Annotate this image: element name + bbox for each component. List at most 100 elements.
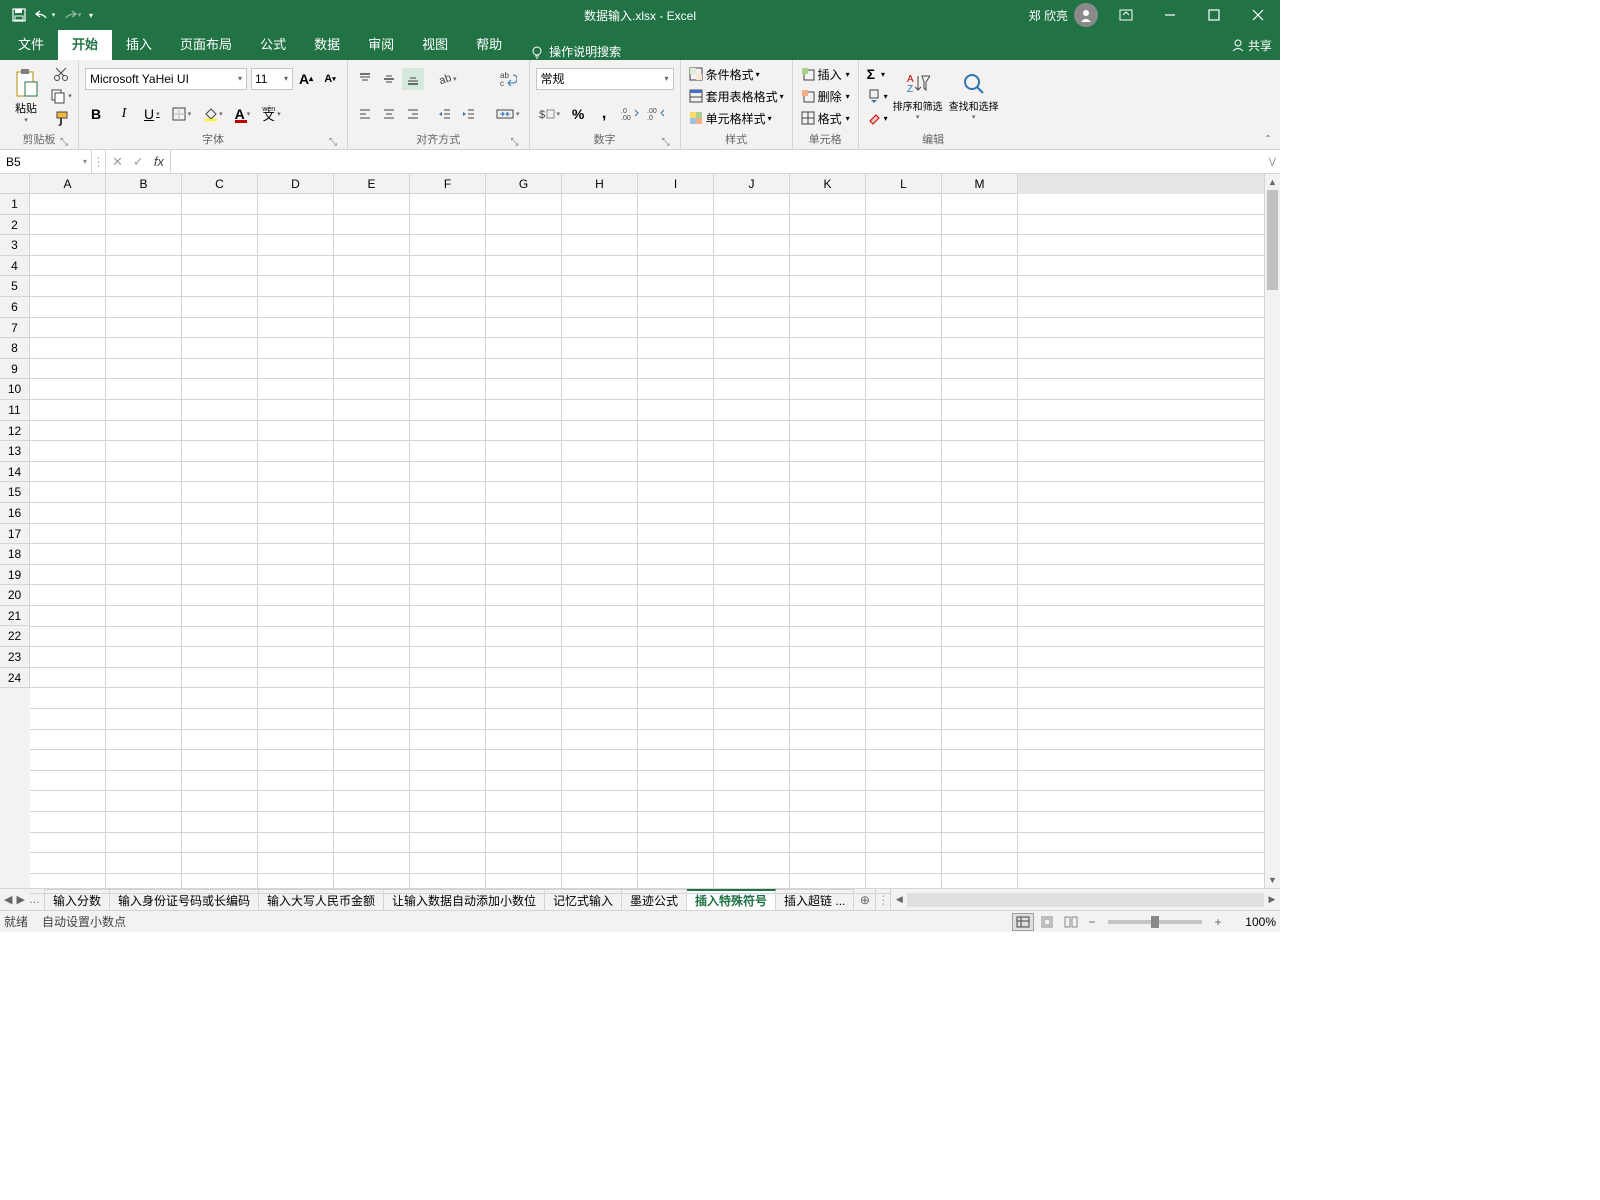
- page-break-view-button[interactable]: [1060, 913, 1082, 931]
- tab-home[interactable]: 开始: [58, 30, 112, 60]
- tell-me-search[interactable]: 操作说明搜索: [516, 43, 621, 60]
- tab-view[interactable]: 视图: [408, 30, 462, 60]
- save-icon[interactable]: [6, 2, 32, 28]
- column-header[interactable]: H: [562, 174, 638, 194]
- paste-button[interactable]: 粘贴 ▾: [6, 63, 46, 129]
- table-format-button[interactable]: 套用表格格式▾: [687, 85, 786, 107]
- column-header[interactable]: A: [30, 174, 106, 194]
- scroll-thumb[interactable]: [1267, 190, 1278, 290]
- row-header[interactable]: 3: [0, 235, 30, 256]
- column-header[interactable]: K: [790, 174, 866, 194]
- cut-button[interactable]: [50, 63, 72, 85]
- sheet-nav-prev[interactable]: ◀: [4, 893, 12, 906]
- bold-button[interactable]: B: [85, 103, 107, 125]
- clipboard-launcher[interactable]: ⤡: [58, 136, 70, 148]
- row-header[interactable]: 19: [0, 565, 30, 586]
- column-header[interactable]: J: [714, 174, 790, 194]
- comma-button[interactable]: ,: [593, 103, 615, 125]
- fill-button[interactable]: ▾: [865, 85, 890, 107]
- row-header[interactable]: 15: [0, 482, 30, 503]
- underline-button[interactable]: U▾: [141, 103, 163, 125]
- column-header[interactable]: I: [638, 174, 714, 194]
- grow-font-button[interactable]: A▴: [295, 68, 317, 90]
- row-header[interactable]: 20: [0, 585, 30, 606]
- insert-cells-button[interactable]: 插入▾: [799, 63, 852, 85]
- tab-help[interactable]: 帮助: [462, 30, 516, 60]
- sheet-tab[interactable]: 输入身份证号码或长编码: [110, 889, 259, 910]
- qat-customize[interactable]: ▾: [84, 2, 98, 28]
- insert-function-button[interactable]: fx: [154, 154, 164, 169]
- row-header[interactable]: 8: [0, 338, 30, 359]
- row-header[interactable]: 7: [0, 318, 30, 339]
- decrease-decimal-button[interactable]: .00.0: [645, 103, 667, 125]
- row-header[interactable]: 1: [0, 194, 30, 215]
- percent-button[interactable]: %: [567, 103, 589, 125]
- page-layout-view-button[interactable]: [1036, 913, 1058, 931]
- increase-decimal-button[interactable]: .0.00: [619, 103, 641, 125]
- autosum-button[interactable]: Σ▾: [865, 63, 890, 85]
- column-header[interactable]: L: [866, 174, 942, 194]
- row-header[interactable]: 23: [0, 647, 30, 668]
- column-header[interactable]: M: [942, 174, 1018, 194]
- row-header[interactable]: 24: [0, 668, 30, 689]
- font-size-combo[interactable]: 11▾: [251, 68, 293, 90]
- name-box-options[interactable]: ⋮: [92, 150, 106, 173]
- hscroll-right[interactable]: ▶: [1264, 894, 1280, 905]
- wrap-text-button[interactable]: abc: [493, 68, 523, 90]
- row-header[interactable]: 18: [0, 544, 30, 565]
- hscroll-left[interactable]: ◀: [891, 894, 907, 905]
- font-launcher[interactable]: ⤡: [327, 136, 339, 148]
- copy-button[interactable]: ▾: [50, 85, 72, 107]
- delete-cells-button[interactable]: 删除▾: [799, 85, 852, 107]
- column-header[interactable]: F: [410, 174, 486, 194]
- row-header[interactable]: 14: [0, 462, 30, 483]
- alignment-launcher[interactable]: ⤡: [509, 136, 521, 148]
- horizontal-scrollbar[interactable]: ◀ ▶: [890, 889, 1280, 910]
- sheet-tab[interactable]: 输入分数: [45, 889, 110, 910]
- sheet-tab[interactable]: 插入特殊符号: [687, 889, 776, 910]
- row-header[interactable]: 21: [0, 606, 30, 627]
- find-select-button[interactable]: 查找和选择▾: [946, 63, 1002, 129]
- row-header[interactable]: 6: [0, 297, 30, 318]
- cell-styles-button[interactable]: 单元格样式▾: [687, 107, 786, 129]
- zoom-slider[interactable]: [1108, 920, 1202, 924]
- align-left-button[interactable]: [354, 103, 376, 125]
- sheet-tab[interactable]: 插入超链 ...: [776, 889, 854, 910]
- row-header[interactable]: 10: [0, 379, 30, 400]
- cells-area[interactable]: [30, 194, 1264, 888]
- fill-color-button[interactable]: ▾: [200, 103, 226, 125]
- cancel-formula-button[interactable]: ✕: [112, 154, 123, 170]
- formula-input[interactable]: ⋁: [171, 150, 1280, 173]
- tab-page-layout[interactable]: 页面布局: [166, 30, 246, 60]
- format-cells-button[interactable]: 格式▾: [799, 107, 852, 129]
- row-header[interactable]: 17: [0, 524, 30, 545]
- zoom-knob[interactable]: [1151, 916, 1159, 928]
- zoom-out-button[interactable]: −: [1084, 915, 1100, 929]
- sheet-tab[interactable]: 输入大写人民币金额: [259, 889, 384, 910]
- sheet-tab[interactable]: 墨迹公式: [622, 889, 687, 910]
- new-sheet-button[interactable]: ⊕: [854, 889, 876, 910]
- align-middle-button[interactable]: [378, 68, 400, 90]
- sheet-tab[interactable]: 记忆式输入: [545, 889, 622, 910]
- row-header[interactable]: 12: [0, 421, 30, 442]
- share-button[interactable]: 共享: [1231, 30, 1272, 60]
- row-header[interactable]: 13: [0, 441, 30, 462]
- column-header[interactable]: E: [334, 174, 410, 194]
- row-header[interactable]: 22: [0, 626, 30, 647]
- normal-view-button[interactable]: [1012, 913, 1034, 931]
- sheet-nav-more[interactable]: …: [29, 894, 40, 906]
- shrink-font-button[interactable]: A▾: [319, 68, 341, 90]
- align-right-button[interactable]: [402, 103, 424, 125]
- tab-review[interactable]: 审阅: [354, 30, 408, 60]
- scroll-down-button[interactable]: ▼: [1265, 872, 1280, 888]
- borders-button[interactable]: ▾: [169, 103, 195, 125]
- column-header[interactable]: B: [106, 174, 182, 194]
- row-header[interactable]: 5: [0, 276, 30, 297]
- redo-button[interactable]: ▾: [58, 2, 84, 28]
- format-painter-button[interactable]: [50, 107, 72, 129]
- select-all-button[interactable]: [0, 174, 30, 194]
- align-bottom-button[interactable]: [402, 68, 424, 90]
- enter-formula-button[interactable]: ✓: [133, 154, 144, 170]
- vertical-scrollbar[interactable]: ▲ ▼: [1264, 174, 1280, 888]
- minimize-button[interactable]: [1148, 0, 1192, 30]
